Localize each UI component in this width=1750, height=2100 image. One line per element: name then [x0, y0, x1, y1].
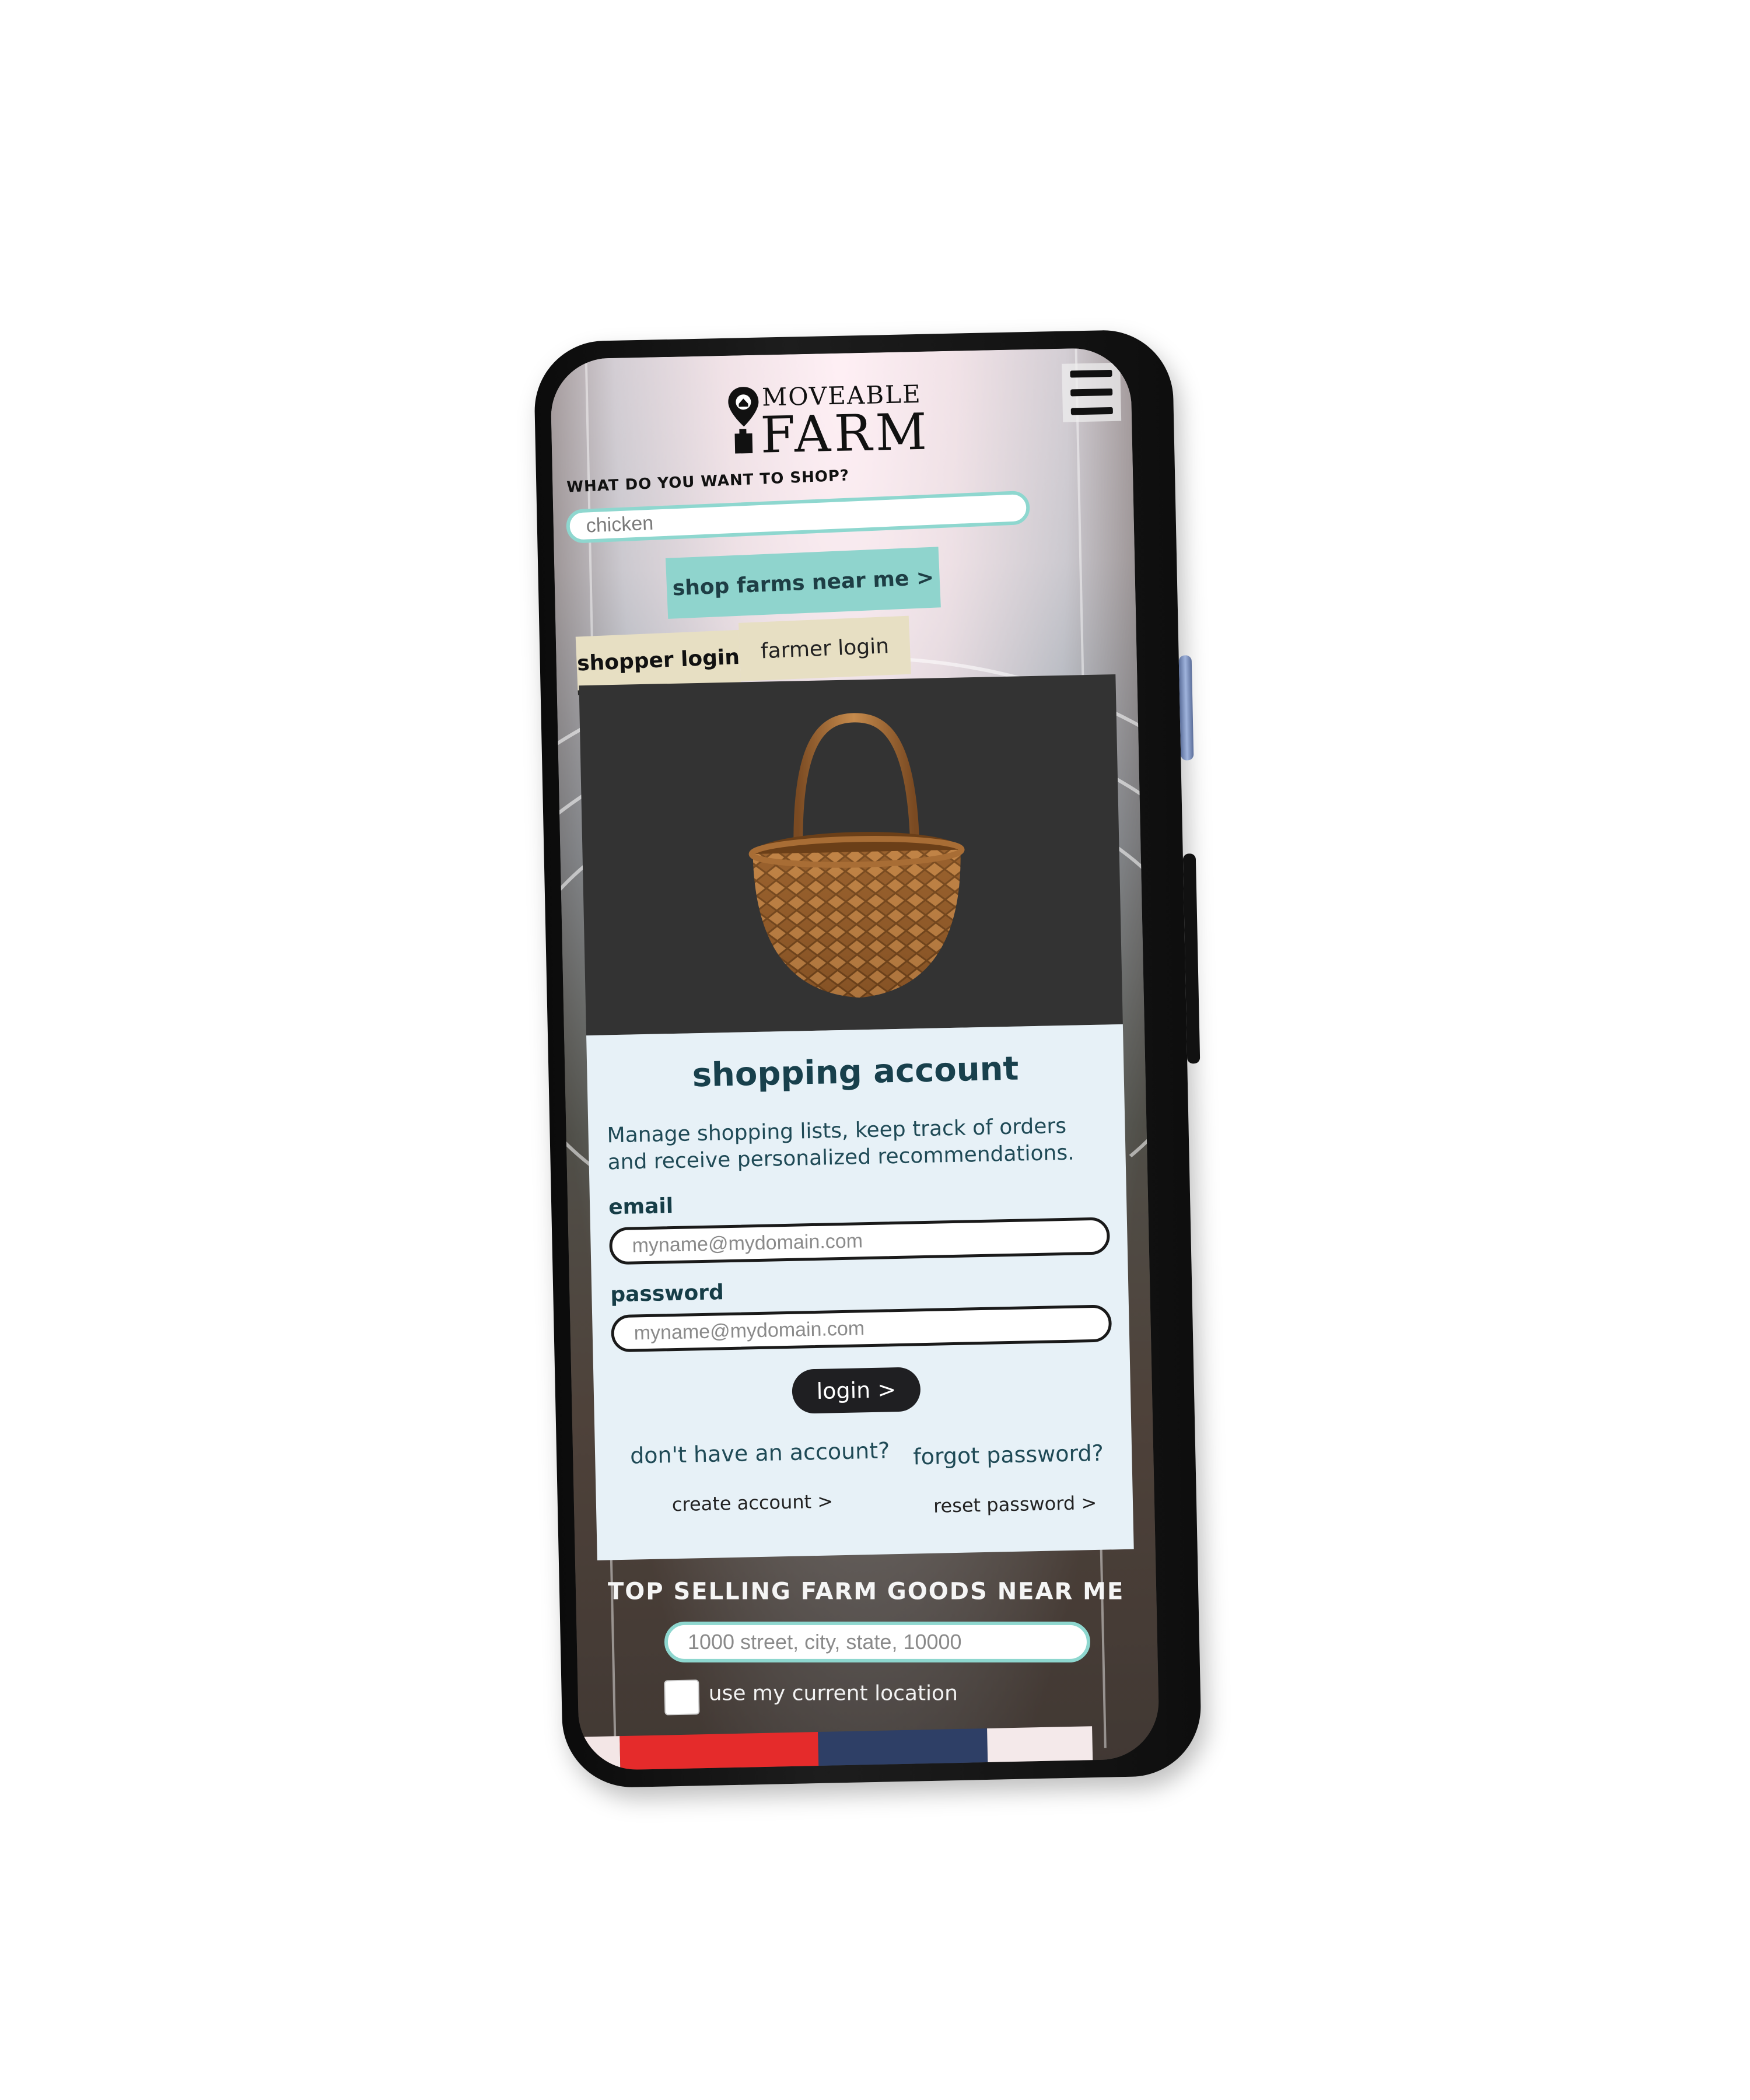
hero-image-area [579, 674, 1123, 1036]
phone-device: MOVEABLE FARM WHAT DO YOU WANT TO SHOP? … [533, 328, 1202, 1789]
product-thumbnail[interactable] [987, 1726, 1093, 1763]
shop-farms-button[interactable]: shop farms near me > [665, 547, 941, 619]
product-thumbnail[interactable] [818, 1728, 988, 1768]
brand-logo[interactable]: MOVEABLE FARM [726, 374, 972, 467]
current-location-checkbox[interactable] [664, 1679, 700, 1716]
panel-title: shopping account [692, 1049, 1019, 1095]
hamburger-line [1070, 369, 1112, 378]
shopping-account-panel: shopping account Manage shopping lists, … [586, 1024, 1134, 1560]
top-selling-heading: TOP SELLING FARM GOODS NEAR ME [607, 1578, 1125, 1605]
create-account-link[interactable]: create account > [672, 1490, 834, 1516]
product-thumbnail[interactable] [620, 1732, 819, 1771]
password-field[interactable] [611, 1304, 1112, 1353]
email-label: email [608, 1194, 674, 1220]
volume-button [1178, 655, 1194, 761]
no-account-text: don't have an account? [629, 1437, 890, 1469]
stage: MOVEABLE FARM WHAT DO YOU WANT TO SHOP? … [0, 0, 1750, 2100]
phone-screen: MOVEABLE FARM WHAT DO YOU WANT TO SHOP? … [550, 347, 1160, 1771]
password-label: password [610, 1280, 724, 1307]
hamburger-menu-icon[interactable] [1062, 362, 1122, 422]
address-input[interactable] [664, 1621, 1090, 1662]
hamburger-line [1070, 407, 1113, 415]
login-button[interactable]: login > [792, 1367, 921, 1414]
basket-image [748, 713, 965, 998]
tab-farmer-login[interactable]: farmer login [738, 615, 911, 681]
current-location-label: use my current location [708, 1681, 958, 1706]
hamburger-line [1070, 388, 1113, 397]
forgot-password-text: forgot password? [912, 1440, 1104, 1470]
panel-description: Manage shopping lists, keep track of ord… [607, 1114, 1075, 1175]
reset-password-link[interactable]: reset password > [933, 1492, 1097, 1517]
product-thumbnail[interactable] [579, 1736, 621, 1771]
email-field[interactable] [608, 1217, 1111, 1265]
map-pin-icon [728, 387, 759, 454]
logo-text-bottom: FARM [760, 402, 931, 465]
power-button [1182, 853, 1200, 1064]
